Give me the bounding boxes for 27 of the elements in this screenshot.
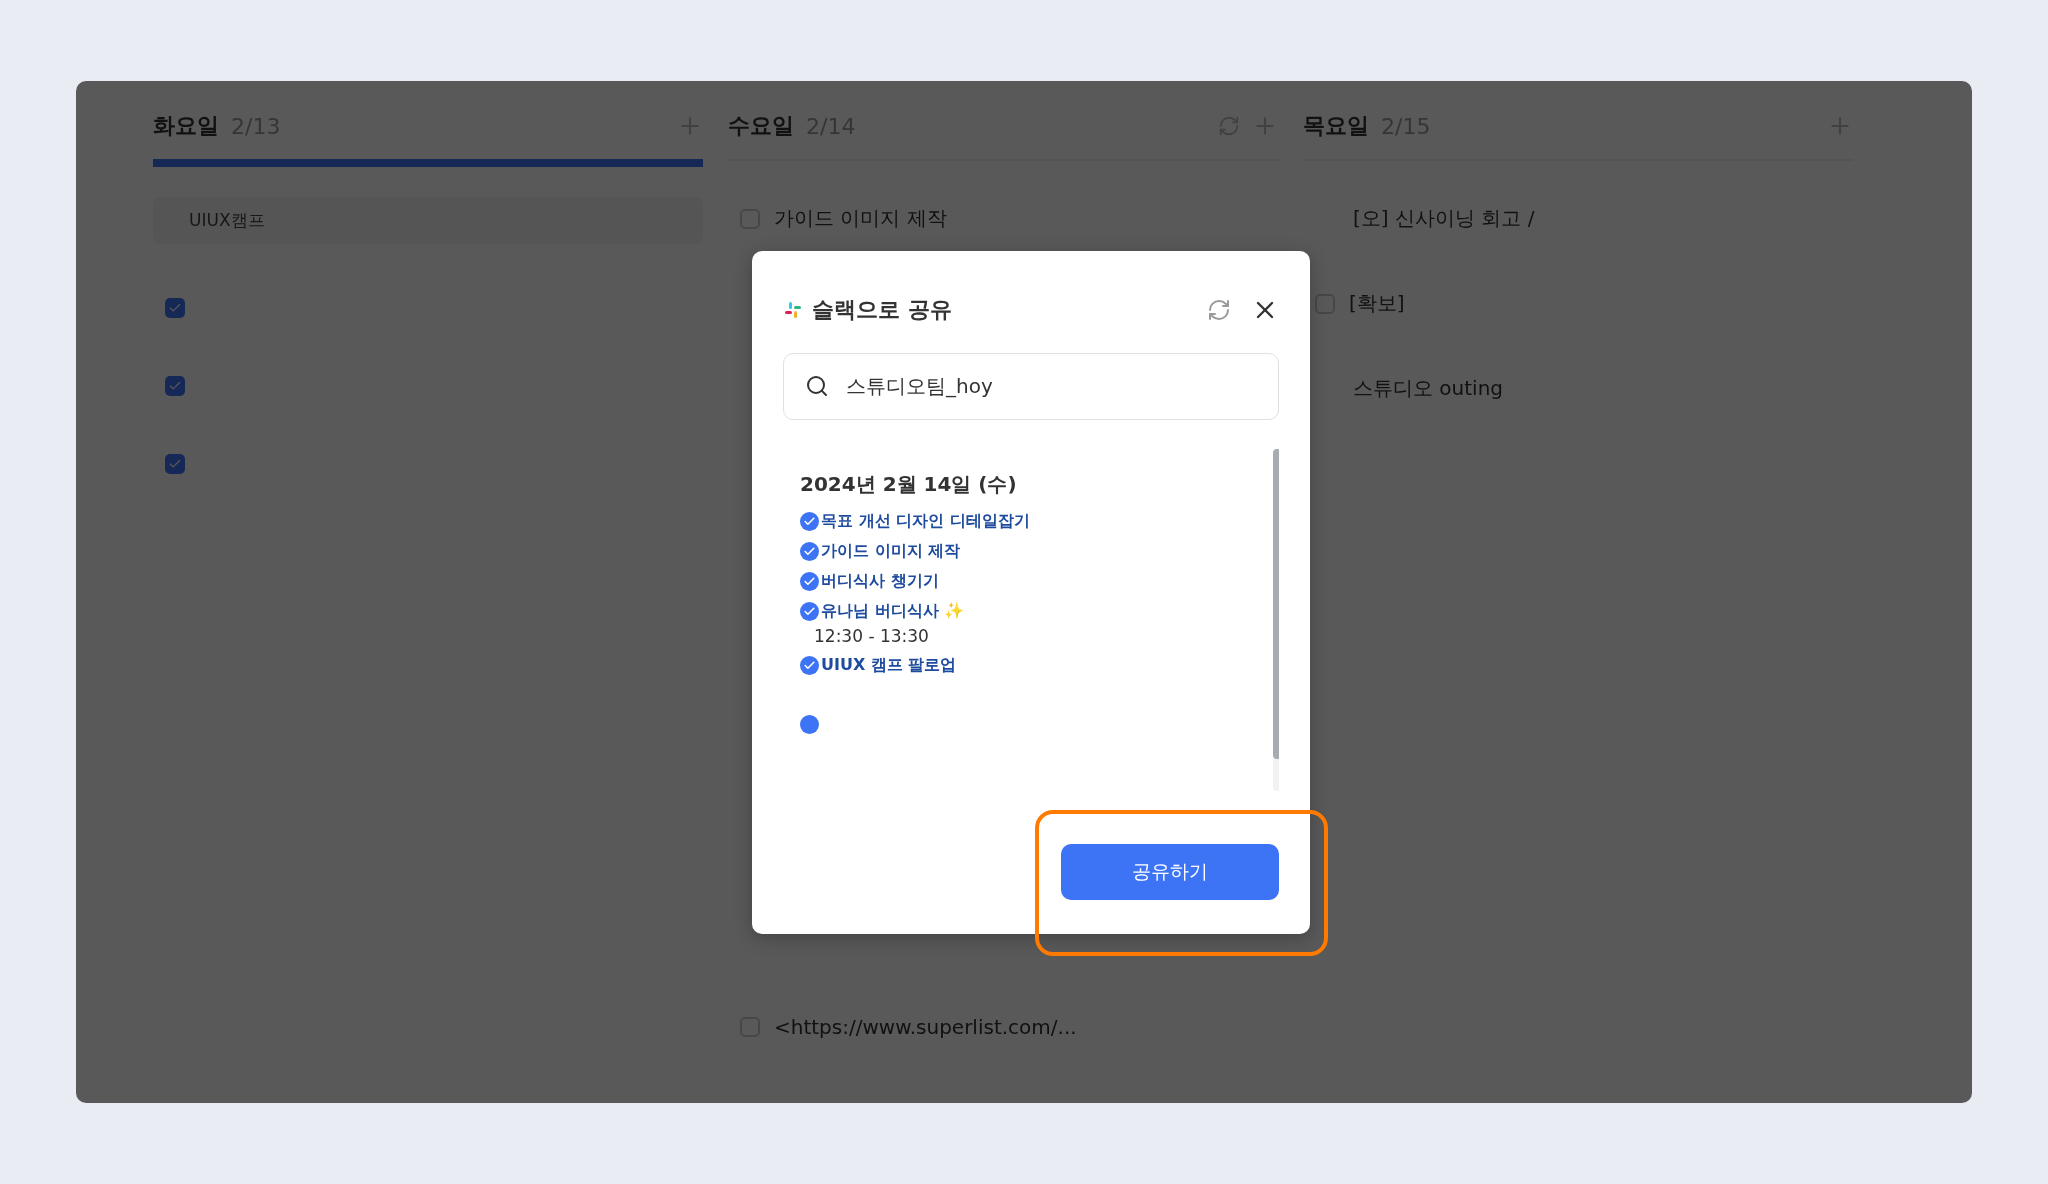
- event-title: [오] 신사이닝 회고 /: [1353, 205, 1535, 232]
- search-field[interactable]: 스튜디오팀_hoy: [783, 353, 1279, 420]
- day-title: 화요일: [153, 112, 219, 140]
- checkbox[interactable]: [165, 454, 185, 474]
- task-title: [확보]: [1349, 290, 1405, 317]
- dialog-title: 슬랙으로 공유: [812, 296, 953, 324]
- share-button[interactable]: 공유하기: [1061, 844, 1279, 900]
- event-title: 스튜디오 outing: [1353, 375, 1504, 402]
- preview-item: 버디식사 챙기기: [821, 571, 939, 592]
- sync-icon[interactable]: [1218, 115, 1240, 137]
- preview-time: 12:30 - 13:30: [813, 626, 930, 646]
- task-title: <https://www.superlist.com/...: [774, 1015, 1077, 1039]
- checkbox[interactable]: [165, 376, 185, 396]
- checkbox[interactable]: [165, 298, 185, 318]
- day-title: 수요일: [728, 112, 794, 140]
- scrollbar[interactable]: [1273, 449, 1279, 791]
- day-title: 목요일: [1303, 112, 1369, 140]
- preview-item: 유나님 버디식사 ✨: [821, 601, 965, 622]
- refresh-icon[interactable]: [1207, 298, 1231, 322]
- hash-logo-icon: [784, 301, 802, 319]
- search-icon: [805, 374, 829, 398]
- preview-item: 가이드 이미지 제작: [821, 541, 961, 562]
- section-header[interactable]: UIUX캠프: [153, 197, 703, 244]
- preview-date: 2024년 2월 14일 (수): [800, 471, 1018, 498]
- preview-item: 목표 개선 디자인 디테일잡기: [821, 511, 1030, 532]
- task-title: 가이드 이미지 제작: [774, 205, 947, 232]
- preview-item: UIUX 캠프 팔로업: [821, 655, 957, 676]
